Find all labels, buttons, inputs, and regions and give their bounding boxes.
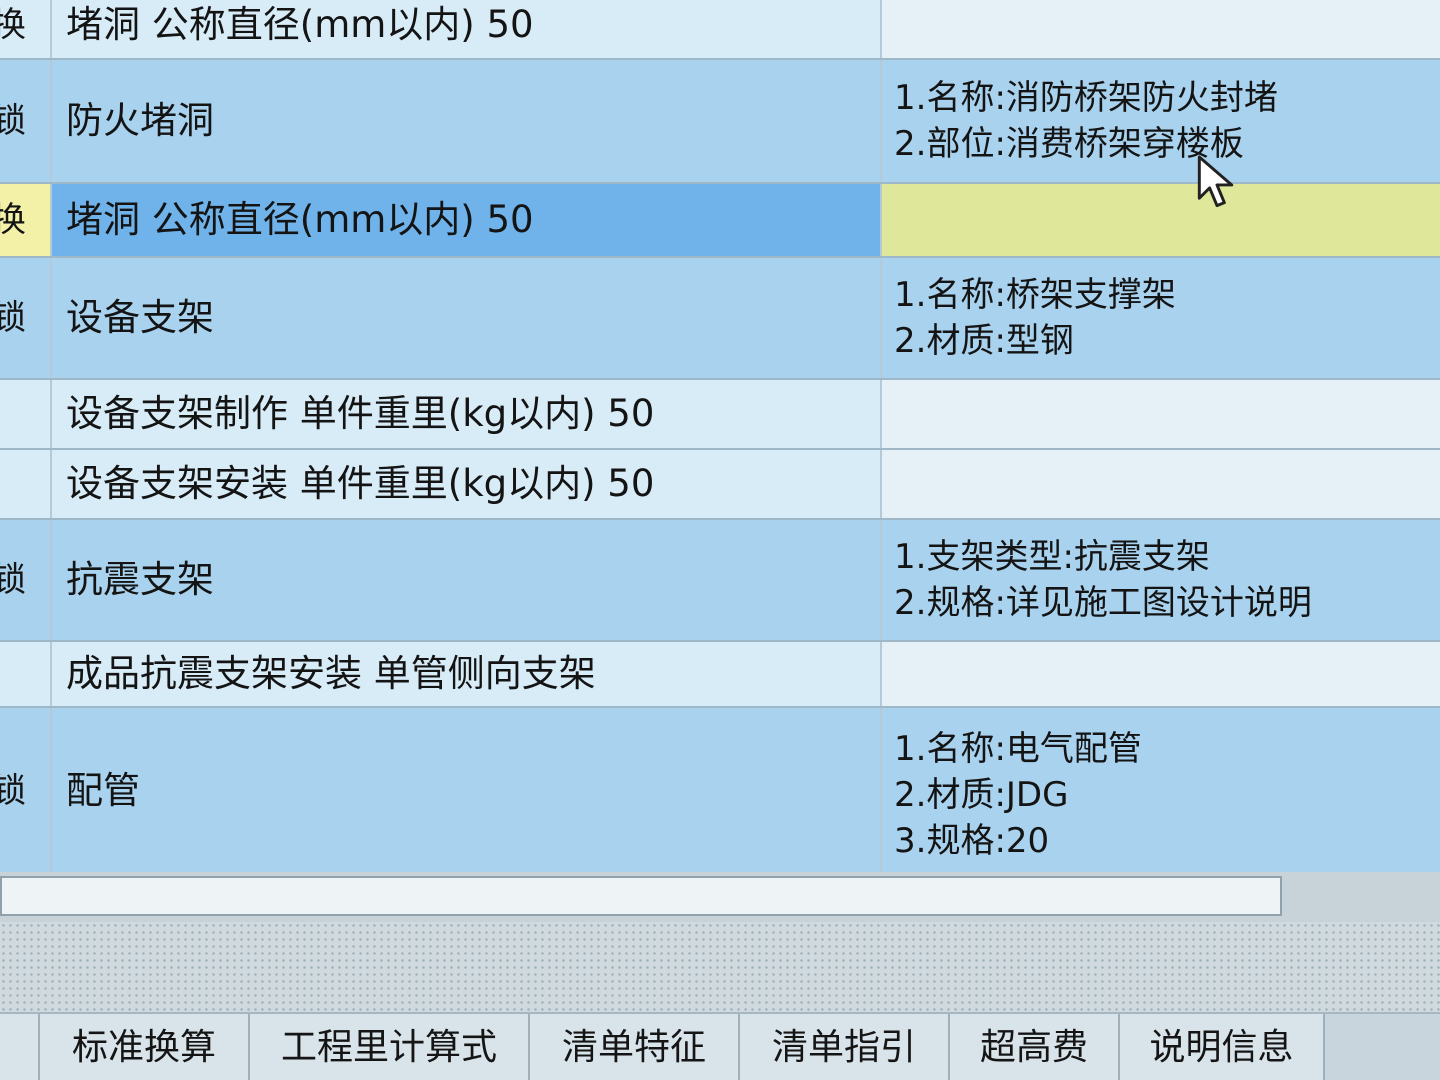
- tab-over-height-fee[interactable]: 超高费: [950, 1014, 1120, 1080]
- item-name-cell[interactable]: 成品抗震支架安装 单管侧向支架: [52, 642, 882, 706]
- table-row[interactable]: 锁 设备支架 1.名称:桥架支撑架 2.材质:型钢: [0, 258, 1440, 380]
- flag-cell: 锁: [0, 520, 52, 640]
- item-name-cell[interactable]: 配管: [52, 708, 882, 872]
- scrollbar-thumb[interactable]: [0, 876, 1282, 916]
- item-name-cell[interactable]: 堵洞 公称直径(mm以内) 50: [52, 184, 882, 256]
- table-row[interactable]: 换 堵洞 公称直径(mm以内) 50: [0, 0, 1440, 60]
- tab-bill-guide[interactable]: 清单指引: [740, 1014, 950, 1080]
- item-name-cell[interactable]: 设备支架安装 单件重里(kg以内) 50: [52, 450, 882, 518]
- table-row[interactable]: 锁 抗震支架 1.支架类型:抗震支架 2.规格:详见施工图设计说明: [0, 520, 1440, 642]
- feature-cell[interactable]: 1.名称:消防桥架防火封堵 2.部位:消费桥架穿楼板: [882, 60, 1440, 182]
- app-screen: 换 堵洞 公称直径(mm以内) 50 锁 防火堵洞 1.名称:消防桥架防火封堵 …: [0, 0, 1440, 1080]
- feature-cell[interactable]: 1.名称:桥架支撑架 2.材质:型钢: [882, 258, 1440, 378]
- flag-cell: [0, 450, 52, 518]
- flag-cell: 锁: [0, 258, 52, 378]
- tab-standard-conversion[interactable]: 标准换算: [40, 1014, 250, 1080]
- item-name-cell[interactable]: 设备支架制作 单件重里(kg以内) 50: [52, 380, 882, 448]
- item-name-cell[interactable]: 抗震支架: [52, 520, 882, 640]
- feature-cell[interactable]: [882, 184, 1440, 256]
- item-name-cell[interactable]: 设备支架: [52, 258, 882, 378]
- flag-cell: [0, 642, 52, 706]
- feature-cell[interactable]: [882, 0, 1440, 58]
- table-row[interactable]: 设备支架安装 单件重里(kg以内) 50: [0, 450, 1440, 520]
- flag-cell: 锁: [0, 60, 52, 182]
- feature-cell[interactable]: 1.名称:电气配管 2.材质:JDG 3.规格:20: [882, 708, 1440, 872]
- flag-cell: 换: [0, 184, 52, 256]
- item-name-cell[interactable]: 防火堵洞: [52, 60, 882, 182]
- table-row[interactable]: 锁 配管 1.名称:电气配管 2.材质:JDG 3.规格:20: [0, 708, 1440, 872]
- tab-quantity-formula[interactable]: 工程里计算式: [250, 1014, 530, 1080]
- item-name-cell[interactable]: 堵洞 公称直径(mm以内) 50: [52, 0, 882, 58]
- flag-cell: [0, 380, 52, 448]
- tab-description-info[interactable]: 说明信息: [1120, 1014, 1325, 1080]
- feature-cell[interactable]: [882, 380, 1440, 448]
- bottom-tab-bar: 标准换算 工程里计算式 清单特征 清单指引 超高费 说明信息: [0, 1012, 1440, 1080]
- feature-cell[interactable]: [882, 450, 1440, 518]
- flag-cell: 锁: [0, 708, 52, 872]
- feature-cell[interactable]: [882, 642, 1440, 706]
- tab-bill-features[interactable]: 清单特征: [530, 1014, 740, 1080]
- flag-cell: 换: [0, 0, 52, 58]
- horizontal-scrollbar[interactable]: [0, 872, 1440, 922]
- table-row[interactable]: 设备支架制作 单件重里(kg以内) 50: [0, 380, 1440, 450]
- table-row[interactable]: 成品抗震支架安装 单管侧向支架: [0, 642, 1440, 708]
- tab-partial[interactable]: [0, 1014, 40, 1080]
- panel-splitter[interactable]: [0, 922, 1440, 1012]
- feature-cell[interactable]: 1.支架类型:抗震支架 2.规格:详见施工图设计说明: [882, 520, 1440, 640]
- mouse-cursor-icon: [1197, 155, 1234, 208]
- bill-items-grid: 换 堵洞 公称直径(mm以内) 50 锁 防火堵洞 1.名称:消防桥架防火封堵 …: [0, 0, 1440, 872]
